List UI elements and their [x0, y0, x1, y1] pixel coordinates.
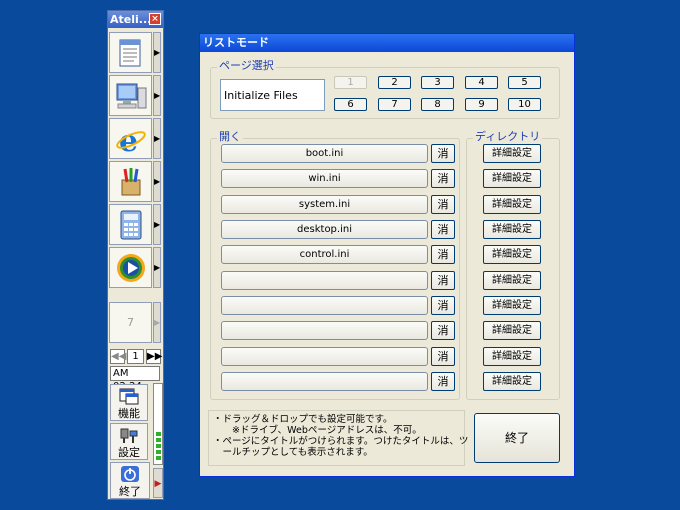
exit-button[interactable]: 終了: [474, 413, 560, 463]
launcher-slot-arrow[interactable]: ▶: [153, 32, 161, 73]
launcher-slot-arrow[interactable]: ▶: [153, 204, 161, 245]
exit-arrow[interactable]: ▶: [153, 468, 163, 498]
clock: AM 02:24: [110, 366, 160, 392]
detail-settings-button[interactable]: 詳細設定: [483, 372, 541, 391]
launcher-slot-media-player[interactable]: [109, 247, 152, 288]
power-icon: [121, 466, 139, 482]
settings-button[interactable]: 設定: [110, 423, 148, 460]
file-button[interactable]: [221, 321, 428, 340]
note-line: ・ページにタイトルがつけられます。つけたタイトルは、ツ: [213, 436, 469, 447]
launcher-slot-arrow[interactable]: ▶: [153, 247, 161, 288]
computer-icon: [116, 83, 147, 109]
directory-label: ディレクトリ: [473, 130, 543, 143]
file-button[interactable]: boot.ini: [221, 144, 428, 163]
clear-button[interactable]: 消: [431, 144, 455, 163]
clear-button[interactable]: 消: [431, 347, 455, 366]
page-button[interactable]: 7: [378, 98, 411, 111]
file-button[interactable]: desktop.ini: [221, 220, 428, 239]
clear-button[interactable]: 消: [431, 321, 455, 340]
launcher-slot-arrow[interactable]: ▶: [153, 118, 161, 159]
detail-settings-button[interactable]: 詳細設定: [483, 169, 541, 188]
launcher-bar: Ateli... × ▶ ▶ e ▶ ▶ ▶ ▶ 7 ▶ ◀◀ 1 ▶▶ AM …: [107, 10, 164, 500]
open-label: 開く: [217, 130, 243, 143]
detail-settings-button[interactable]: 詳細設定: [483, 220, 541, 239]
page-button[interactable]: 6: [334, 98, 367, 111]
page-prev-button[interactable]: ◀◀: [110, 349, 126, 364]
page-select-label: ページ選択: [217, 59, 276, 72]
launcher-slot-calculator[interactable]: [109, 204, 152, 245]
detail-settings-button[interactable]: 詳細設定: [483, 296, 541, 315]
clear-button[interactable]: 消: [431, 372, 455, 391]
page-button[interactable]: 1: [334, 76, 367, 89]
note-line: ールチップとしても表示されます。: [213, 447, 373, 458]
page-title-field[interactable]: [220, 79, 325, 111]
file-button[interactable]: win.ini: [221, 169, 428, 188]
launcher-slot-arrow[interactable]: ▶: [153, 161, 161, 202]
function-button[interactable]: 機能: [110, 384, 148, 421]
internet-explorer-icon: e: [116, 124, 146, 155]
launcher-slot-notepad[interactable]: [109, 32, 152, 73]
page-button[interactable]: 3: [421, 76, 454, 89]
file-button[interactable]: [221, 347, 428, 366]
calculator-icon: [120, 210, 142, 240]
file-button[interactable]: [221, 271, 428, 290]
detail-settings-button[interactable]: 詳細設定: [483, 144, 541, 163]
page-button[interactable]: 2: [378, 76, 411, 89]
page-button[interactable]: 4: [465, 76, 498, 89]
page-button[interactable]: 5: [508, 76, 541, 89]
page-next-button[interactable]: ▶▶: [146, 349, 162, 364]
file-button[interactable]: [221, 296, 428, 315]
clear-button[interactable]: 消: [431, 245, 455, 264]
clear-button[interactable]: 消: [431, 296, 455, 315]
notepad-icon: [119, 39, 141, 67]
file-button[interactable]: system.ini: [221, 195, 428, 214]
launcher-slot-paint[interactable]: [109, 161, 152, 202]
launcher-slot-internet-explorer[interactable]: e: [109, 118, 152, 159]
page-button[interactable]: 10: [508, 98, 541, 111]
exit-launcher-label: 終了: [119, 485, 141, 498]
detail-settings-button[interactable]: 詳細設定: [483, 347, 541, 366]
help-notes: ・ドラッグ＆ドロップでも設定可能です。 ※ドライブ、Webページアドレスは、不可…: [208, 410, 469, 466]
detail-settings-button[interactable]: 詳細設定: [483, 271, 541, 290]
file-button[interactable]: [221, 372, 428, 391]
page-button[interactable]: 9: [465, 98, 498, 111]
clear-button[interactable]: 消: [431, 271, 455, 290]
page-button[interactable]: 8: [421, 98, 454, 111]
clear-button[interactable]: 消: [431, 220, 455, 239]
clear-button[interactable]: 消: [431, 195, 455, 214]
detail-settings-button[interactable]: 詳細設定: [483, 195, 541, 214]
launcher-slot-arrow[interactable]: ▶: [153, 302, 161, 343]
media-player-icon: [117, 254, 145, 282]
file-button[interactable]: control.ini: [221, 245, 428, 264]
settings-tool-icon: [120, 428, 138, 443]
clear-button[interactable]: 消: [431, 169, 455, 188]
level-meter: [153, 383, 163, 465]
windows-icon: [119, 388, 139, 405]
launcher-close-button[interactable]: ×: [149, 13, 161, 25]
detail-settings-button[interactable]: 詳細設定: [483, 321, 541, 340]
dialog-title: リストモード: [200, 34, 574, 52]
list-mode-dialog: リストモード ページ選択 1 2 3 4 5 6 7 8 9 10 開く ディレ…: [199, 33, 575, 477]
note-line: ※ドライブ、Webページアドレスは、不可。: [213, 425, 422, 436]
detail-settings-button[interactable]: 詳細設定: [483, 245, 541, 264]
launcher-slot-computer[interactable]: [109, 75, 152, 116]
launcher-slot-arrow[interactable]: ▶: [153, 75, 161, 116]
function-label: 機能: [118, 407, 140, 420]
launcher-slot-empty[interactable]: 7: [109, 302, 152, 343]
settings-label: 設定: [118, 446, 140, 459]
exit-launcher-button[interactable]: 終了: [110, 462, 150, 499]
paint-brushes-icon: [121, 168, 141, 196]
page-number: 1: [127, 349, 144, 364]
note-line: ・ドラッグ＆ドロップでも設定可能です。: [213, 414, 393, 425]
